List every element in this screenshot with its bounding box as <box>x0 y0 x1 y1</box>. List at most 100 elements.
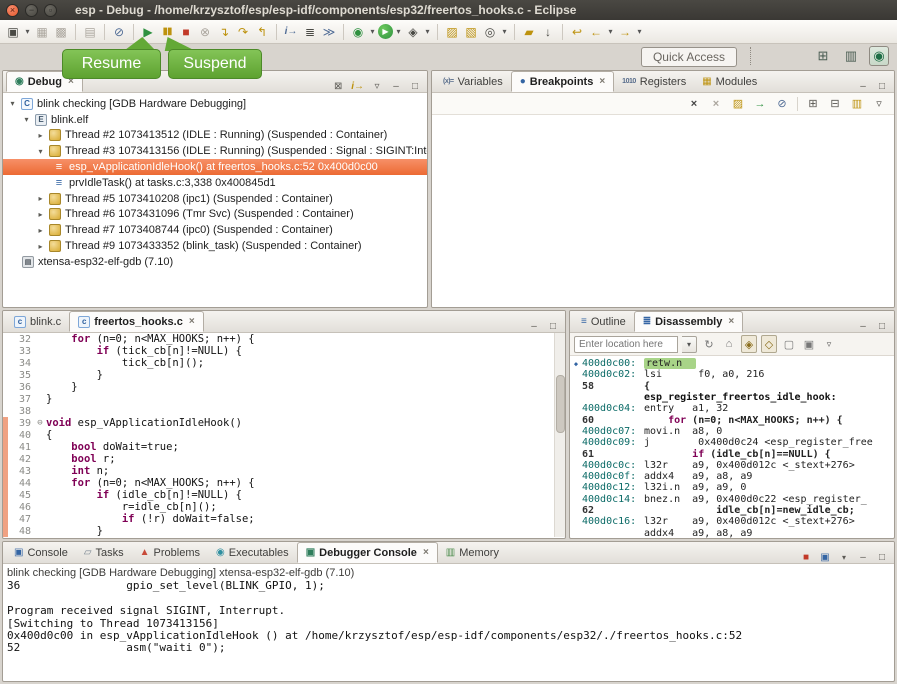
editor-scrollbar[interactable] <box>554 333 565 537</box>
disassembly-content[interactable]: ◆ 400d0c00: retw.n 400d0c02:lsi f0, a0, … <box>570 356 894 539</box>
last-edit-location-icon[interactable]: ↩ <box>568 22 586 41</box>
instruction-stepping-mode-icon[interactable]: i→ <box>351 81 364 92</box>
open-element-icon[interactable]: ▤ <box>81 22 99 41</box>
external-tools-dropdown-icon[interactable]: ▾ <box>423 22 432 41</box>
scrollbar-thumb[interactable] <box>556 375 565 433</box>
open-folder-icon[interactable]: ▧ <box>462 22 480 41</box>
suspend-icon[interactable]: ▮▮ <box>158 22 176 41</box>
debug-perspective-icon[interactable]: ◉ <box>869 46 889 66</box>
disconnect-icon[interactable]: ⊗ <box>196 22 214 41</box>
instruction-stepping-icon[interactable]: i→ <box>282 22 300 41</box>
minimize-icon[interactable]: – <box>528 321 540 332</box>
home-icon[interactable]: ⌂ <box>721 335 737 353</box>
terminate-icon[interactable]: ■ <box>800 552 812 563</box>
tree-item-thread[interactable]: ▸ Thread #6 1073431096 (Tmr Svc) (Suspen… <box>3 207 427 223</box>
use-step-filters-icon[interactable]: ≫ <box>320 22 338 41</box>
link-with-debug-icon[interactable]: ▥ <box>850 97 864 110</box>
open-project-icon[interactable]: ▨ <box>443 22 461 41</box>
back-dropdown-icon[interactable]: ▾ <box>606 22 615 41</box>
maximize-icon[interactable]: □ <box>409 81 421 92</box>
tree-item-executable[interactable]: ▾ E blink.elf <box>3 112 427 128</box>
tab-disassembly[interactable]: ≣ Disassembly × <box>634 311 744 332</box>
expander-icon[interactable]: ▾ <box>22 115 31 124</box>
expander-icon[interactable]: ▾ <box>36 147 45 156</box>
tab-problems[interactable]: ▲ Problems <box>132 542 208 563</box>
skip-all-breakpoints-icon[interactable]: ⊘ <box>775 97 789 110</box>
step-into-icon[interactable]: ↴ <box>215 22 233 41</box>
view-menu-icon[interactable]: ▿ <box>371 81 383 92</box>
tree-item-thread[interactable]: ▸ Thread #7 1073408744 (ipc0) (Suspended… <box>3 222 427 238</box>
minimize-icon[interactable]: – <box>390 81 402 92</box>
tab-blink-c[interactable]: c blink.c <box>6 311 69 332</box>
open-new-view-icon[interactable]: ▢ <box>781 335 797 353</box>
close-icon[interactable]: × <box>728 316 734 327</box>
expander-icon[interactable]: ▸ <box>36 131 45 140</box>
close-icon[interactable]: × <box>189 316 195 327</box>
debug-dropdown-icon[interactable]: ▾ <box>368 22 377 41</box>
step-over-icon[interactable]: ↷ <box>234 22 252 41</box>
refresh-icon[interactable]: ↻ <box>701 335 717 353</box>
search-icon[interactable]: ◎ <box>481 22 499 41</box>
tab-freertos-hooks-c[interactable]: c freertos_hooks.c × <box>69 311 204 332</box>
tree-item-thread[interactable]: ▸ Thread #9 1073433352 (blink_task) (Sus… <box>3 238 427 254</box>
expander-icon[interactable]: ▸ <box>36 226 45 235</box>
next-annotation-icon[interactable]: ↓ <box>539 22 557 41</box>
expander-icon[interactable]: ▸ <box>36 242 45 251</box>
location-dropdown-icon[interactable]: ▾ <box>682 336 697 353</box>
show-source-icon[interactable]: ◇ <box>761 335 777 353</box>
mark-occurrences-icon[interactable]: ▰ <box>520 22 538 41</box>
tree-item-gdb[interactable]: ▤ xtensa-esp32-elf-gdb (7.10) <box>3 254 427 270</box>
tab-memory[interactable]: ▥ Memory <box>438 542 507 563</box>
tab-debugger-console[interactable]: ▣ Debugger Console × <box>297 542 438 563</box>
tab-console[interactable]: ▣ Console <box>6 542 76 563</box>
remove-all-breakpoints-icon[interactable]: × <box>709 98 723 110</box>
search-dropdown-icon[interactable]: ▾ <box>500 22 509 41</box>
view-menu-icon[interactable]: ▿ <box>821 335 837 353</box>
minimize-icon[interactable]: – <box>857 81 869 92</box>
forward-icon[interactable]: → <box>616 22 634 41</box>
quick-access-button[interactable]: Quick Access <box>641 47 737 67</box>
terminate-icon[interactable]: ■ <box>177 22 195 41</box>
save-all-icon[interactable]: ▩ <box>52 22 70 41</box>
show-supported-breakpoints-icon[interactable]: ▨ <box>731 97 745 110</box>
go-to-file-icon[interactable]: → <box>753 98 767 110</box>
skip-all-breakpoints-icon[interactable]: ⊘ <box>110 22 128 41</box>
tree-item-launch[interactable]: ▾ C blink checking [GDB Hardware Debuggi… <box>3 96 427 112</box>
window-close-icon[interactable]: × <box>6 4 19 17</box>
minimize-icon[interactable]: – <box>857 552 869 563</box>
maximize-icon[interactable]: □ <box>547 321 559 332</box>
tab-modules[interactable]: ▦ Modules <box>694 71 765 92</box>
expander-icon[interactable]: ▸ <box>36 210 45 219</box>
tab-breakpoints[interactable]: ● Breakpoints × <box>511 71 614 92</box>
console-content[interactable]: blink checking [GDB Hardware Debugging] … <box>3 564 894 680</box>
tree-item-thread[interactable]: ▸ Thread #2 1073413512 (IDLE : Running) … <box>3 128 427 144</box>
new-wizard-icon[interactable]: ▣ <box>4 22 22 41</box>
maximize-icon[interactable]: □ <box>876 81 888 92</box>
forward-dropdown-icon[interactable]: ▾ <box>635 22 644 41</box>
new-dropdown-icon[interactable]: ▾ <box>23 22 32 41</box>
maximize-icon[interactable]: □ <box>876 321 888 332</box>
remove-all-terminated-icon[interactable]: ⊠ <box>332 81 344 92</box>
maximize-icon[interactable]: □ <box>876 552 888 563</box>
console-dropdown-icon[interactable]: ▾ <box>838 553 850 562</box>
expander-icon[interactable]: ▸ <box>36 194 45 203</box>
save-icon[interactable]: ▦ <box>33 22 51 41</box>
tree-item-thread[interactable]: ▾ Thread #3 1073413156 (IDLE : Running) … <box>3 143 427 159</box>
editor-content[interactable]: 32 for (n=0; n<MAX_HOOKS; n++) { 33 if (… <box>3 333 565 537</box>
expand-all-icon[interactable]: ⊞ <box>806 97 820 110</box>
tab-executables[interactable]: ◉ Executables <box>208 542 297 563</box>
tree-item-stack-frame[interactable]: ≡ prvIdleTask() at tasks.c:3,338 0x40084… <box>3 175 427 191</box>
tab-registers[interactable]: 1010 Registers <box>614 71 694 92</box>
fold-collapse-icon[interactable]: ⊖ <box>34 418 46 428</box>
close-icon[interactable]: × <box>423 547 429 558</box>
step-return-icon[interactable]: ↰ <box>253 22 271 41</box>
tab-variables[interactable]: (x)= Variables <box>435 71 511 92</box>
back-icon[interactable]: ← <box>587 22 605 41</box>
collapse-all-icon[interactable]: ⊟ <box>828 97 842 110</box>
location-input[interactable] <box>574 336 678 353</box>
display-selected-console-icon[interactable]: ▣ <box>819 552 831 563</box>
window-minimize-icon[interactable]: − <box>25 4 38 17</box>
tree-item-thread[interactable]: ▸ Thread #5 1073410208 (ipc1) (Suspended… <box>3 191 427 207</box>
minimize-icon[interactable]: – <box>857 321 869 332</box>
window-maximize-icon[interactable]: ▫ <box>44 4 57 17</box>
